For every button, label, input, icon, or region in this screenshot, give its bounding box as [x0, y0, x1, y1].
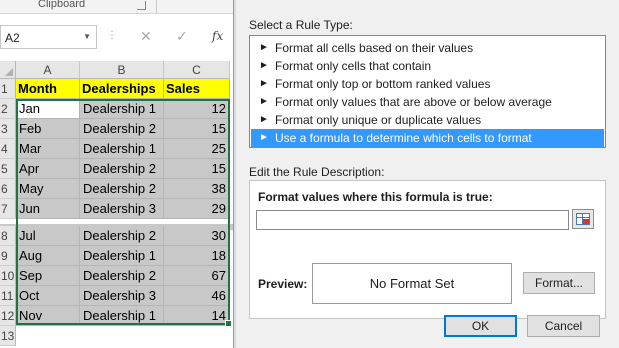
- range-marker-icon: [583, 219, 589, 224]
- formula-bar-grip-icon[interactable]: ⋮: [107, 30, 118, 41]
- month-cell[interactable]: Nov: [16, 306, 80, 326]
- month-cell[interactable]: Jul: [16, 226, 80, 246]
- row-header[interactable]: 6: [0, 179, 16, 199]
- format-button-label: Format...: [534, 276, 583, 290]
- month-cell[interactable]: Aug: [16, 246, 80, 266]
- month-cell[interactable]: Mar: [16, 139, 80, 159]
- sales-cell[interactable]: 25: [164, 139, 230, 159]
- ok-button[interactable]: OK: [444, 315, 517, 337]
- sales-cell[interactable]: 46: [164, 286, 230, 306]
- row-header[interactable]: 13: [0, 326, 16, 346]
- cancel-entry-icon[interactable]: ✕: [140, 28, 152, 45]
- dealership-cell[interactable]: Dealership 1: [80, 246, 164, 266]
- formula-label: Format values where this formula is true…: [258, 190, 493, 204]
- sales-cell[interactable]: 15: [164, 159, 230, 179]
- column-header-a[interactable]: A: [16, 61, 80, 79]
- row-header[interactable]: 11: [0, 286, 16, 306]
- rule-type-item[interactable]: ► Format only cells that contain: [251, 57, 604, 75]
- preview-box: No Format Set: [312, 263, 512, 304]
- dealership-cell[interactable]: Dealership 1: [80, 99, 164, 119]
- rule-type-label: Format all cells based on their values: [275, 41, 474, 55]
- dealership-cell[interactable]: Dealership 1: [80, 306, 164, 326]
- dealership-cell[interactable]: Dealership 3: [80, 199, 164, 219]
- rule-type-item[interactable]: ► Use a formula to determine which cells …: [251, 129, 604, 147]
- row-header[interactable]: 9: [0, 246, 16, 266]
- select-all-corner[interactable]: [0, 61, 16, 79]
- ribbon-strip: Clipboard: [0, 0, 236, 14]
- rule-type-item[interactable]: ► Format only values that are above or be…: [251, 93, 604, 111]
- rule-type-label: Use a formula to determine which cells t…: [275, 131, 532, 145]
- arrow-right-icon: ►: [259, 96, 269, 107]
- rule-type-label: Format only unique or duplicate values: [275, 113, 482, 127]
- column-header-c[interactable]: C: [164, 61, 230, 79]
- sales-cell[interactable]: 67: [164, 266, 230, 286]
- arrow-right-icon: ►: [259, 114, 269, 125]
- dialog-launcher-icon[interactable]: [137, 1, 146, 10]
- edit-rule-description-label: Edit the Rule Description:: [249, 165, 385, 179]
- rule-type-list: ► Format all cells based on their values ►…: [249, 35, 606, 148]
- header-cell[interactable]: Sales: [164, 79, 230, 99]
- excel-window: Clipboard A2 ▼ ⋮ ✕ ✓ fx A B C 1 Month Dealers…: [0, 0, 236, 348]
- sales-cell[interactable]: 18: [164, 246, 230, 266]
- cancel-button[interactable]: Cancel: [527, 315, 600, 337]
- header-cell[interactable]: Dealerships: [80, 79, 164, 99]
- rule-type-label: Format only values that are above or bel…: [275, 95, 552, 109]
- dealership-cell[interactable]: Dealership 2: [80, 226, 164, 246]
- row-header[interactable]: 10: [0, 266, 16, 286]
- row-header[interactable]: 7: [0, 199, 16, 219]
- dealership-cell[interactable]: Dealership 2: [80, 159, 164, 179]
- sales-cell[interactable]: 29: [164, 199, 230, 219]
- month-cell[interactable]: Sep: [16, 266, 80, 286]
- arrow-right-icon: ►: [259, 60, 269, 71]
- month-cell[interactable]: Oct: [16, 286, 80, 306]
- month-cell[interactable]: Apr: [16, 159, 80, 179]
- dealership-cell[interactable]: Dealership 2: [80, 266, 164, 286]
- range-picker-button[interactable]: [572, 209, 594, 229]
- month-cell[interactable]: Jan: [16, 99, 80, 119]
- rule-type-label: Format only cells that contain: [275, 59, 432, 73]
- formula-input[interactable]: [256, 210, 569, 230]
- row-header[interactable]: 5: [0, 159, 16, 179]
- row-header[interactable]: 1: [0, 79, 16, 99]
- clipboard-group-label: Clipboard: [38, 0, 86, 10]
- row-header[interactable]: 3: [0, 119, 16, 139]
- confirm-entry-icon[interactable]: ✓: [176, 28, 188, 45]
- header-cell[interactable]: Month: [16, 79, 80, 99]
- sales-cell[interactable]: 12: [164, 99, 230, 119]
- rule-type-item[interactable]: ► Format only unique or duplicate values: [251, 111, 604, 129]
- rule-type-item[interactable]: ► Format all cells based on their values: [251, 39, 604, 57]
- chevron-down-icon[interactable]: ▼: [83, 32, 91, 41]
- formula-bar: A2 ▼ ⋮ ✕ ✓ fx: [0, 24, 236, 50]
- insert-function-icon[interactable]: fx: [212, 29, 223, 43]
- preview-label: Preview:: [258, 277, 308, 291]
- month-cell[interactable]: May: [16, 179, 80, 199]
- arrow-right-icon: ►: [259, 132, 269, 143]
- dealership-cell[interactable]: Dealership 2: [80, 119, 164, 139]
- rule-type-item[interactable]: ► Format only top or bottom ranked values: [251, 75, 604, 93]
- dealership-cell[interactable]: Dealership 2: [80, 179, 164, 199]
- sales-cell[interactable]: 38: [164, 179, 230, 199]
- arrow-right-icon: ►: [259, 78, 269, 89]
- dealership-cell[interactable]: Dealership 1: [80, 139, 164, 159]
- dealership-cell[interactable]: Dealership 3: [80, 286, 164, 306]
- new-formatting-rule-dialog: Select a Rule Type: ► Format all cells ba…: [233, 0, 619, 348]
- name-box-value: A2: [5, 31, 20, 45]
- sales-cell[interactable]: 14: [164, 306, 230, 326]
- month-cell[interactable]: Feb: [16, 119, 80, 139]
- row-header[interactable]: 8: [0, 226, 16, 246]
- row-header[interactable]: 4: [0, 139, 16, 159]
- select-rule-type-label: Select a Rule Type:: [249, 18, 353, 32]
- format-button[interactable]: Format...: [523, 272, 595, 294]
- row-header[interactable]: 12: [0, 306, 16, 326]
- sales-cell[interactable]: 15: [164, 119, 230, 139]
- ribbon-divider: [156, 0, 157, 14]
- rule-type-label: Format only top or bottom ranked values: [275, 77, 491, 91]
- arrow-right-icon: ►: [259, 42, 269, 53]
- sales-cell[interactable]: 30: [164, 226, 230, 246]
- row-header[interactable]: 2: [0, 99, 16, 119]
- column-header-b[interactable]: B: [80, 61, 164, 79]
- name-box[interactable]: A2 ▼: [0, 25, 97, 49]
- month-cell[interactable]: Jun: [16, 199, 80, 219]
